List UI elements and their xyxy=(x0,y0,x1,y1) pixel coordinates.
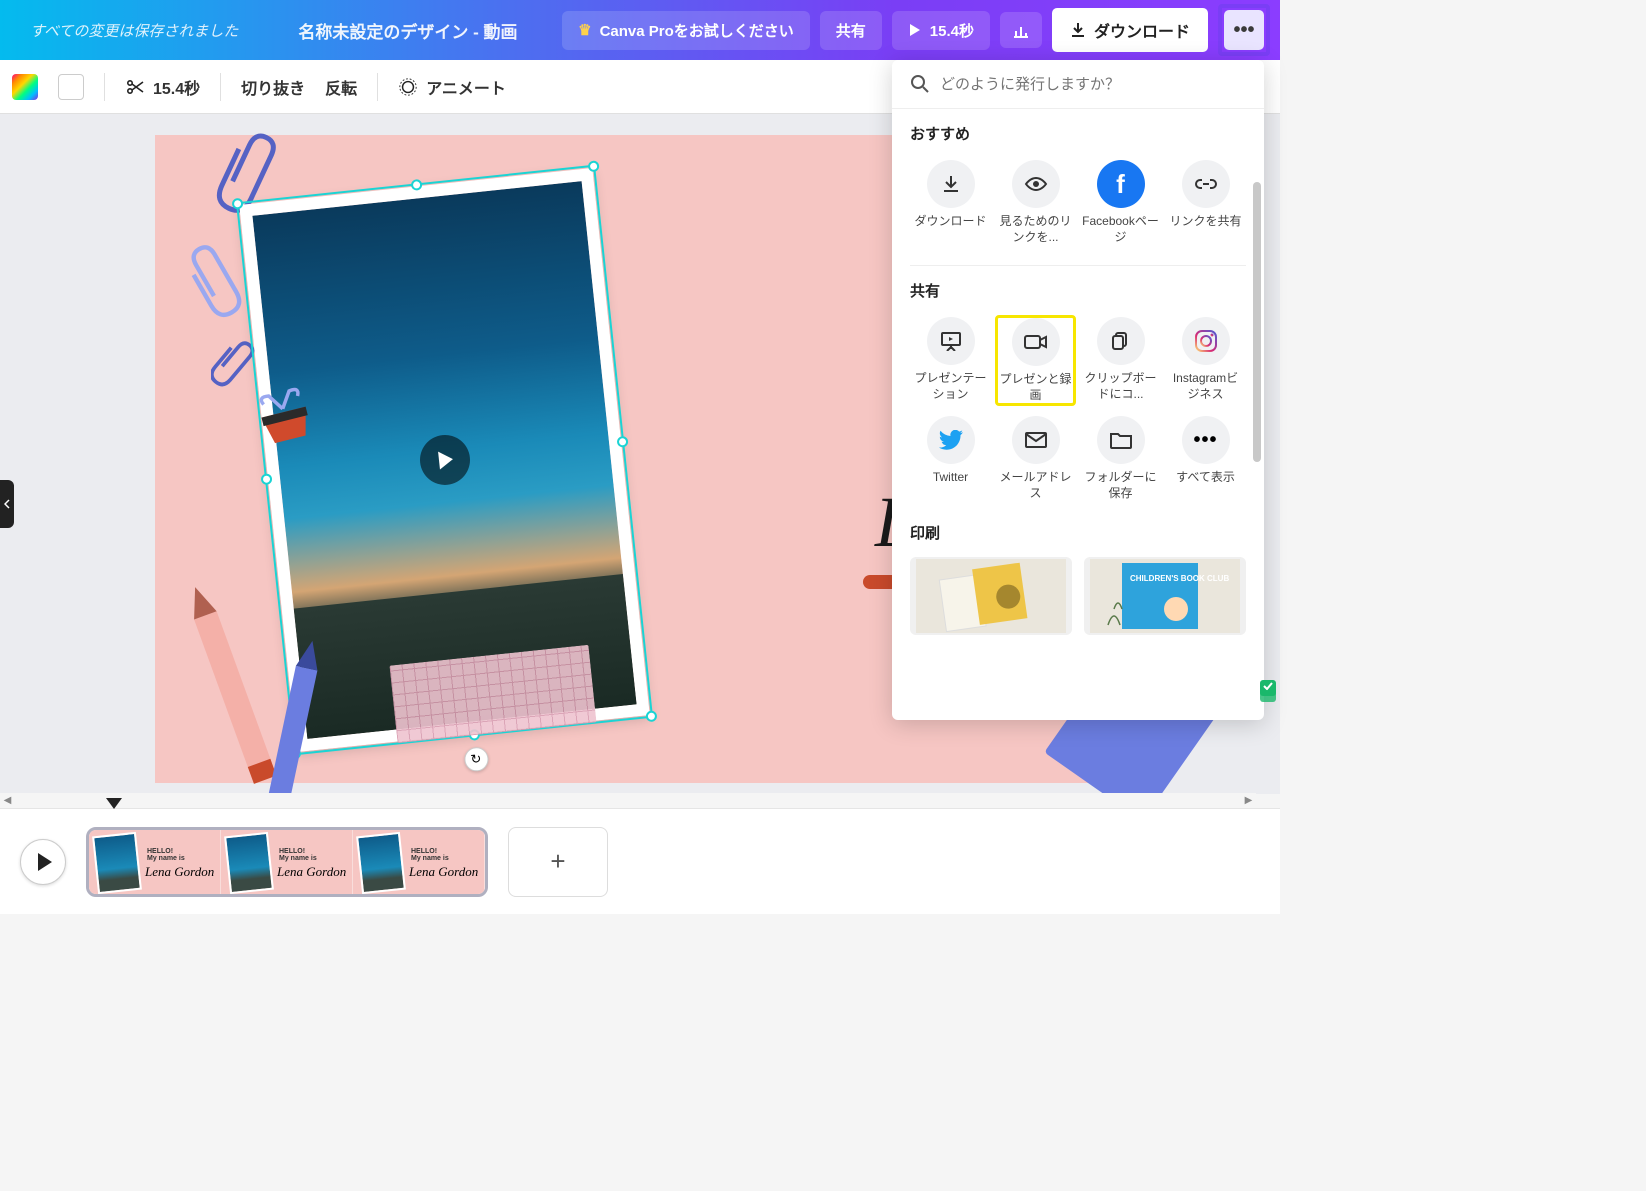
publish-item-show-all[interactable]: ••• すべて表示 xyxy=(1165,414,1246,503)
publish-item-present-record[interactable]: プレゼンと録画 xyxy=(995,315,1076,406)
toolbar-divider xyxy=(377,73,378,101)
publish-search[interactable] xyxy=(892,60,1264,109)
section-recommend-title: おすすめ xyxy=(910,123,1246,144)
toolbar-divider xyxy=(220,73,221,101)
publish-search-input[interactable] xyxy=(940,76,1246,93)
share-button[interactable]: 共有 xyxy=(820,11,882,50)
more-button-highlight: ••• xyxy=(1218,4,1270,56)
scroll-left-button[interactable]: ◀ xyxy=(0,793,15,808)
eye-icon xyxy=(1012,160,1060,208)
bar-chart-icon xyxy=(1012,21,1030,39)
scissors-icon xyxy=(125,77,145,97)
timeline: HELLO!My name isLena Gordon HELLO!My nam… xyxy=(0,808,1280,914)
download-icon xyxy=(927,160,975,208)
color-swatch-none[interactable] xyxy=(58,74,84,100)
publish-item-share-link[interactable]: リンクを共有 xyxy=(1165,158,1246,247)
save-status: すべての変更は保存されました xyxy=(30,20,238,41)
animate-icon xyxy=(398,77,418,97)
crown-icon: ♛ xyxy=(578,21,591,39)
share-grid: プレゼンテーション プレゼンと録画 クリップボードにコ... Instagram… xyxy=(910,315,1246,503)
publish-item-presentation[interactable]: プレゼンテーション xyxy=(910,315,991,406)
timeline-frame[interactable]: HELLO!My name isLena Gordon xyxy=(353,830,485,894)
plus-icon: + xyxy=(550,846,565,877)
design-title[interactable]: 名称未設定のデザイン - 動画 xyxy=(298,18,517,43)
publish-item-facebook[interactable]: f Facebookページ xyxy=(1080,158,1161,247)
app-header: すべての変更は保存されました 名称未設定のデザイン - 動画 ♛ Canva P… xyxy=(0,0,1280,60)
color-swatch-rainbow[interactable] xyxy=(12,74,38,100)
playhead-marker[interactable] xyxy=(106,798,122,809)
timeline-play-button[interactable] xyxy=(20,839,66,885)
instagram-icon xyxy=(1182,317,1230,365)
timeline-clip[interactable]: HELLO!My name isLena Gordon HELLO!My nam… xyxy=(86,827,488,897)
crop-button[interactable]: 切り抜き xyxy=(241,75,305,99)
twitter-icon xyxy=(927,416,975,464)
publish-item-instagram[interactable]: Instagramビジネス xyxy=(1165,315,1246,406)
clipboard-icon xyxy=(1097,317,1145,365)
ellipsis-icon: ••• xyxy=(1233,19,1254,42)
paperclip-icon xyxy=(185,240,245,320)
search-icon xyxy=(910,74,930,94)
play-preview-button[interactable]: 15.4秒 xyxy=(892,11,990,50)
animate-button[interactable]: アニメート xyxy=(398,75,506,99)
folder-icon xyxy=(1097,416,1145,464)
section-share-title: 共有 xyxy=(910,280,1246,301)
panel-scrollbar[interactable] xyxy=(1253,182,1261,462)
panel-divider xyxy=(910,265,1246,266)
publish-panel-body: おすすめ ダウンロード 見るためのリンクを... f Facebookページ リ… xyxy=(892,109,1264,720)
publish-item-view-link[interactable]: 見るためのリンクを... xyxy=(995,158,1076,247)
print-card-blue[interactable]: CHILDREN'S BOOK CLUB xyxy=(1084,557,1246,635)
link-icon xyxy=(1182,160,1230,208)
timeline-frame[interactable]: HELLO!My name isLena Gordon xyxy=(221,830,353,894)
facebook-icon: f xyxy=(1097,160,1145,208)
recommend-grid: ダウンロード 見るためのリンクを... f Facebookページ リンクを共有 xyxy=(910,158,1246,247)
chevron-left-icon xyxy=(4,499,10,509)
duration-trim-button[interactable]: 15.4秒 xyxy=(125,75,200,99)
toolbar-divider xyxy=(104,73,105,101)
publish-item-download[interactable]: ダウンロード xyxy=(910,158,991,247)
download-icon xyxy=(1070,22,1086,38)
download-button[interactable]: ダウンロード xyxy=(1052,8,1208,52)
publish-item-clipboard[interactable]: クリップボードにコ... xyxy=(1080,315,1161,406)
publish-panel: おすすめ ダウンロード 見るためのリンクを... f Facebookページ リ… xyxy=(892,60,1264,720)
sidebar-collapse-tab[interactable] xyxy=(0,480,14,528)
publish-item-email[interactable]: メールアドレス xyxy=(995,414,1076,503)
canva-pro-label: Canva Proをお試しください xyxy=(600,20,794,41)
chart-button[interactable] xyxy=(1000,12,1042,48)
ellipsis-icon: ••• xyxy=(1182,416,1230,464)
publish-item-folder[interactable]: フォルダーに保存 xyxy=(1080,414,1161,503)
presentation-icon xyxy=(927,317,975,365)
section-print-title: 印刷 xyxy=(910,522,1246,543)
horizontal-scrollbar[interactable]: ◀ ▶ xyxy=(0,793,1256,808)
print-card-yellow[interactable] xyxy=(910,557,1072,635)
timeline-frame[interactable]: HELLO!My name isLena Gordon xyxy=(89,830,221,894)
rotate-handle[interactable]: ↻ xyxy=(463,746,489,772)
publish-item-twitter[interactable]: Twitter xyxy=(910,414,991,503)
flip-button[interactable]: 反転 xyxy=(325,75,357,99)
email-icon xyxy=(1012,416,1060,464)
record-icon xyxy=(1012,318,1060,366)
paperclip-icon xyxy=(211,335,255,391)
pencil-icon xyxy=(245,633,345,794)
play-icon xyxy=(908,23,922,37)
canva-pro-button[interactable]: ♛ Canva Proをお試しください xyxy=(562,11,810,50)
extension-badge-icon[interactable] xyxy=(1258,678,1278,704)
print-row: CHILDREN'S BOOK CLUB xyxy=(910,557,1246,635)
more-menu-button[interactable]: ••• xyxy=(1224,10,1264,50)
scroll-right-button[interactable]: ▶ xyxy=(1241,793,1256,808)
add-page-button[interactable]: + xyxy=(508,827,608,897)
svg-text:CHILDREN'S BOOK CLUB: CHILDREN'S BOOK CLUB xyxy=(1130,574,1229,583)
